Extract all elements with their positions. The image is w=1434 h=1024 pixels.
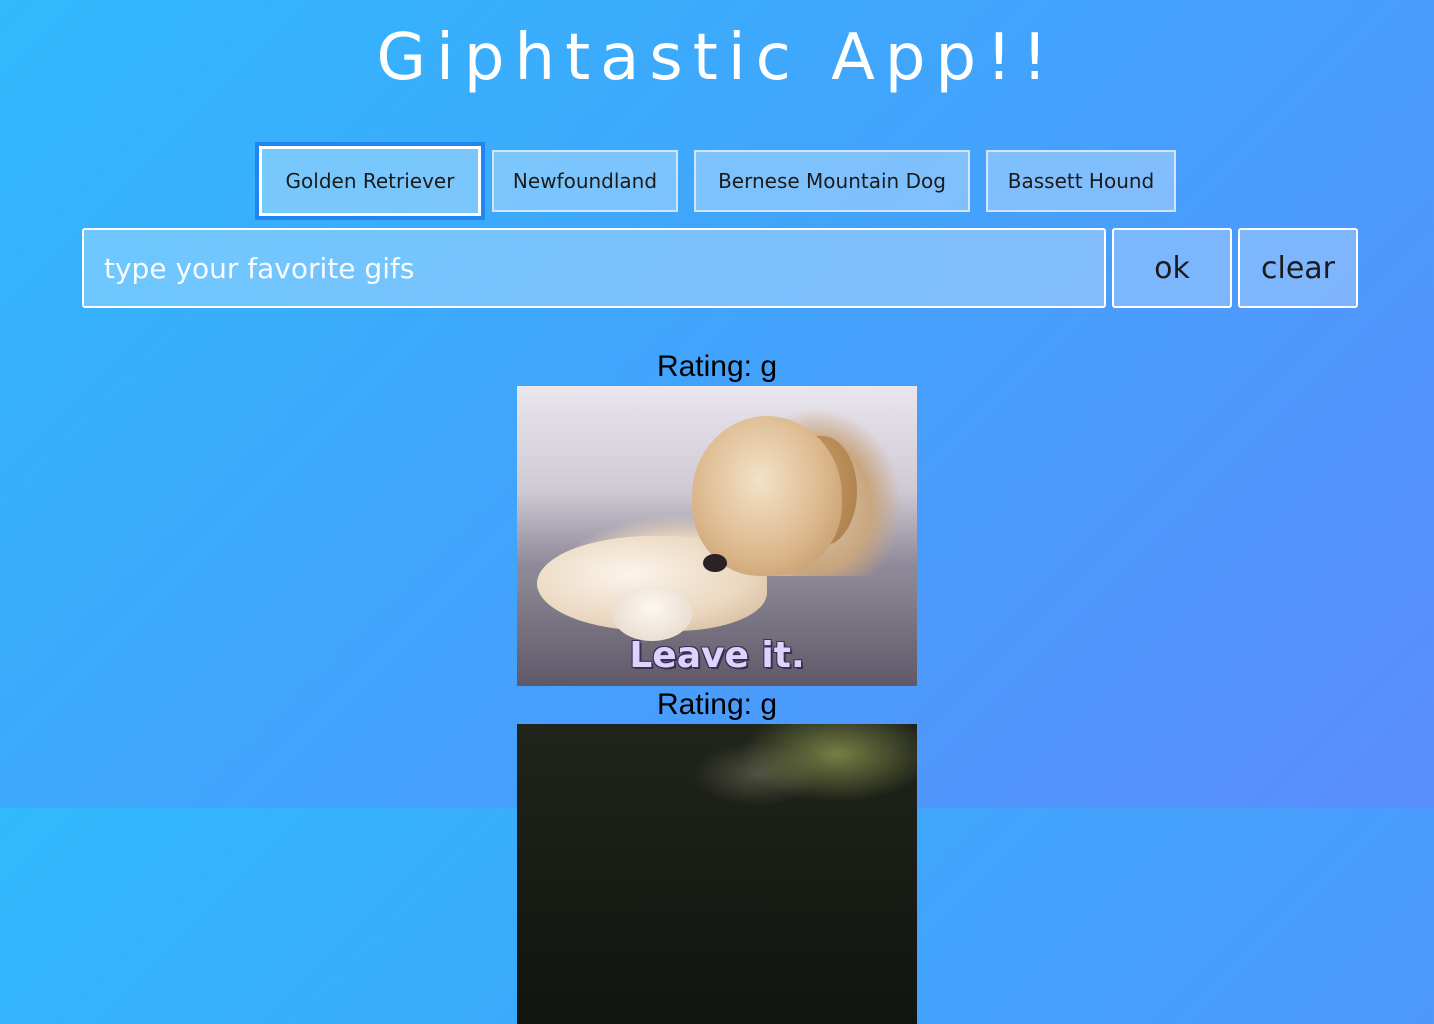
gif-results: Rating: g Leave it. Rating: g bbox=[0, 348, 1434, 1024]
puppy-gif-image[interactable]: Leave it. bbox=[517, 386, 917, 686]
topic-button-bassett-hound[interactable]: Bassett Hound bbox=[986, 150, 1176, 212]
puppy-nose-shape bbox=[703, 554, 727, 572]
ok-button[interactable]: ok bbox=[1112, 228, 1232, 308]
puppy-head-shape bbox=[692, 416, 842, 576]
topic-button-newfoundland[interactable]: Newfoundland bbox=[492, 150, 678, 212]
dog-gif-image[interactable] bbox=[517, 724, 917, 1024]
gif-result-item: Rating: g Leave it. bbox=[517, 348, 917, 686]
puppy-paw-shape bbox=[612, 586, 692, 641]
search-input[interactable] bbox=[82, 228, 1106, 308]
topic-button-golden-retriever[interactable]: Golden Retriever bbox=[259, 146, 481, 216]
search-form: ok clear bbox=[0, 228, 1434, 308]
gif-result-item: Rating: g bbox=[517, 686, 917, 1024]
clear-button[interactable]: clear bbox=[1238, 228, 1358, 308]
topic-button-bernese-mountain-dog[interactable]: Bernese Mountain Dog bbox=[694, 150, 970, 212]
gif-rating-label: Rating: g bbox=[656, 688, 778, 721]
topic-button-bar: Golden Retriever Newfoundland Bernese Mo… bbox=[0, 146, 1434, 216]
gif-rating-label: Rating: g bbox=[656, 350, 778, 383]
page-title: Giphtastic App!! bbox=[376, 21, 1058, 95]
gif-caption-text: Leave it. bbox=[629, 635, 805, 676]
